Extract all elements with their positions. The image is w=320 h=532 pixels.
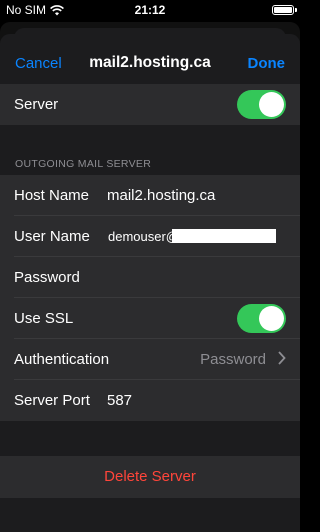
user-name-field[interactable]: demouser@ [108, 229, 179, 244]
password-label: Password [14, 269, 80, 286]
use-ssl-label: Use SSL [14, 310, 74, 327]
delete-server-button[interactable]: Delete Server [0, 456, 300, 498]
status-time: 21:12 [134, 3, 166, 17]
section-header-outgoing: OUTGOING MAIL SERVER [15, 158, 152, 170]
server-row: Server [0, 84, 300, 125]
password-row[interactable]: Password [0, 257, 300, 298]
use-ssl-row: Use SSL [0, 298, 300, 339]
delete-server-label: Delete Server [104, 468, 196, 485]
user-name-row[interactable]: User Name demouser@ [0, 216, 300, 257]
server-port-field[interactable]: 587 [107, 392, 132, 409]
authentication-row[interactable]: Authentication Password [0, 339, 300, 380]
use-ssl-toggle[interactable] [237, 304, 286, 333]
server-label: Server [14, 96, 59, 113]
status-bar: No SIM 21:12 [0, 0, 300, 20]
nav-bar: Cancel mail2.hosting.ca Done [0, 34, 300, 90]
authentication-value: Password [200, 351, 266, 368]
host-name-label: Host Name [14, 187, 90, 204]
server-port-label: Server Port [14, 392, 90, 409]
host-name-field[interactable]: mail2.hosting.ca [107, 187, 215, 204]
battery-icon [272, 5, 297, 15]
authentication-label: Authentication [14, 351, 110, 368]
chevron-right-icon [278, 351, 286, 369]
server-toggle[interactable] [237, 90, 286, 119]
user-name-label: User Name [14, 228, 90, 245]
host-name-row[interactable]: Host Name mail2.hosting.ca [0, 175, 300, 216]
done-button[interactable]: Done [248, 55, 286, 72]
edit-server-sheet: Cancel mail2.hosting.ca Done Server OUTG… [0, 34, 300, 532]
server-port-row[interactable]: Server Port 587 [0, 380, 300, 421]
redaction-box [172, 229, 276, 243]
